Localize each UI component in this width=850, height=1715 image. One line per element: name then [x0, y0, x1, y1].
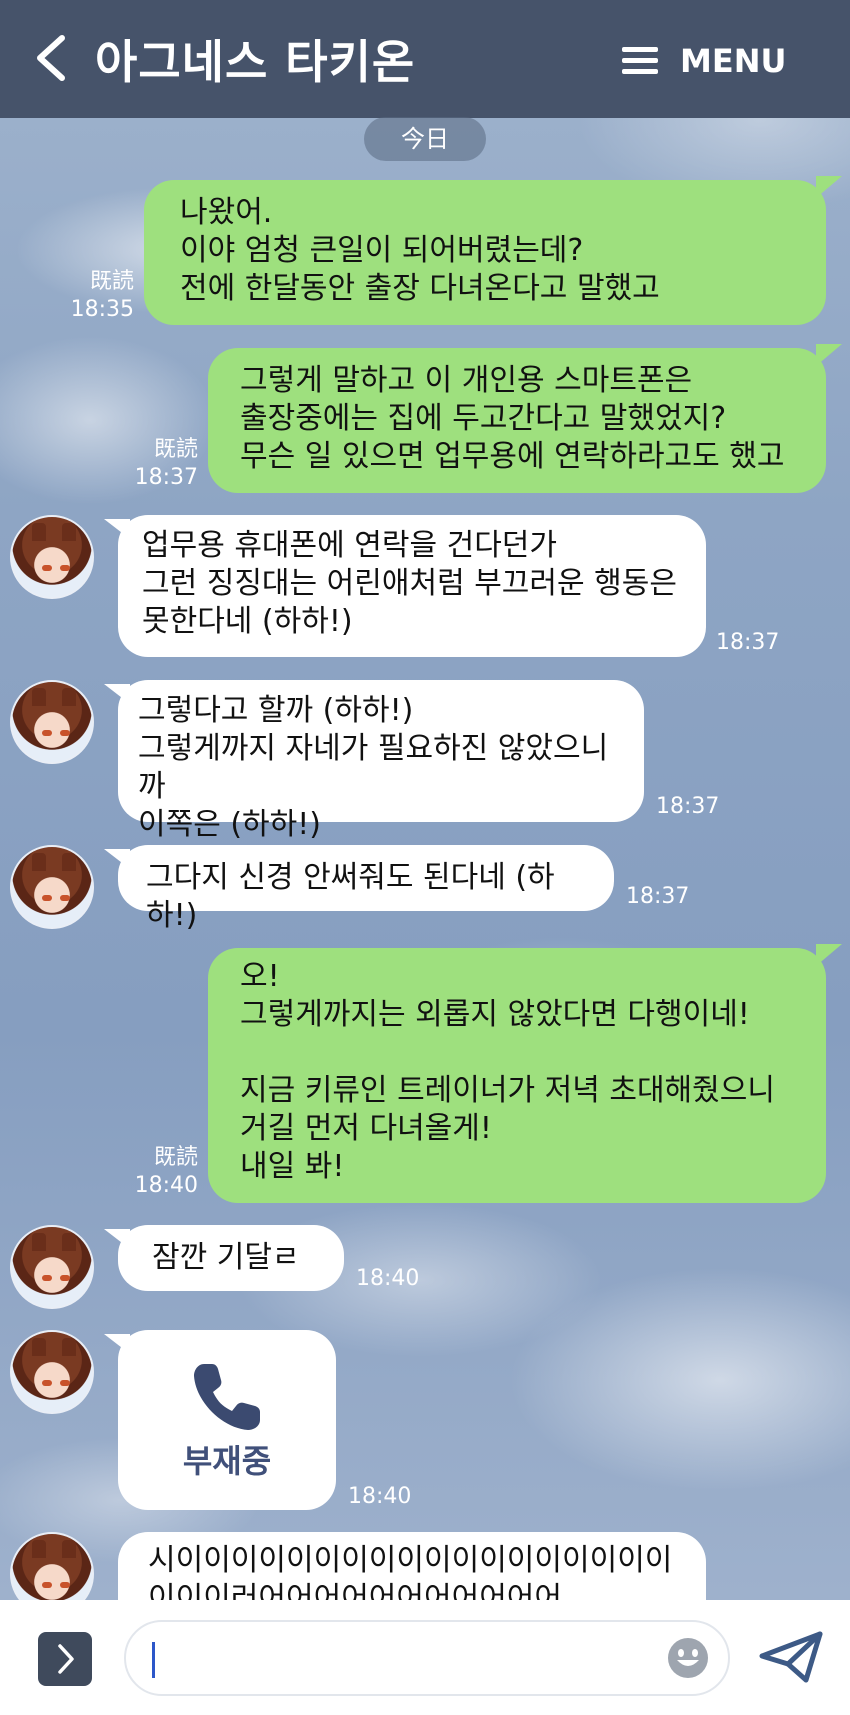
- message-text: 그렇게 말하고 이 개인용 스마트폰은 출장중에는 집에 두고간다고 말했었지?…: [240, 363, 785, 474]
- message-input[interactable]: [124, 1620, 730, 1696]
- read-receipt: 既読: [153, 437, 198, 462]
- message-time: 18:40: [348, 1484, 412, 1509]
- message-meta: 既読 18:40: [124, 1144, 198, 1200]
- menu-button[interactable]: MENU: [620, 36, 786, 86]
- message-time: 18:35: [70, 297, 134, 322]
- text-caret: [152, 1642, 155, 1678]
- chat-header: 아그네스 타키온 MENU: [0, 0, 850, 118]
- message-time: 18:37: [134, 465, 198, 490]
- message-text: 그렇다고 할까 (하하!) 그렇게까지 자네가 필요하진 않았으니까 이쪽은 (…: [138, 693, 609, 842]
- sent-message[interactable]: 오! 그렇게까지는 외롭지 않았다면 다행이네! 지금 키류인 트레이너가 저녁…: [208, 944, 842, 1203]
- hamburger-menu-icon: [622, 47, 658, 74]
- avatar[interactable]: [10, 845, 94, 929]
- message-time: 18:37: [656, 794, 720, 819]
- bubble-tail: [104, 1229, 130, 1249]
- sent-message[interactable]: 그렇게 말하고 이 개인용 스마트폰은 출장중에는 집에 두고간다고 말했었지?…: [208, 344, 842, 493]
- message-time: 18:40: [134, 1173, 198, 1198]
- message-text: 잠깐 기달ㄹ: [152, 1240, 300, 1275]
- bubble-tail: [104, 519, 130, 539]
- avatar[interactable]: [10, 515, 94, 599]
- phone-icon: [194, 1364, 260, 1430]
- message-input-bar: [0, 1600, 850, 1715]
- menu-label: MENU: [680, 42, 787, 80]
- sent-message[interactable]: 나왔어. 이야 엄청 큰일이 되어버렸는데? 전에 한달동안 출장 다녀온다고 …: [144, 176, 842, 325]
- bubble-tail: [816, 344, 842, 366]
- back-arrow-icon[interactable]: [30, 32, 80, 84]
- bubble-tail: [118, 1536, 130, 1556]
- message-meta: 既読 18:37: [124, 436, 198, 492]
- avatar[interactable]: [10, 1225, 94, 1309]
- missed-call-label: 부재중: [182, 1442, 272, 1480]
- bubble-tail: [816, 176, 842, 198]
- smiley-icon[interactable]: [666, 1636, 710, 1680]
- bubble-tail: [104, 684, 130, 704]
- bubble-tail: [104, 1334, 130, 1354]
- received-message[interactable]: 업무용 휴대폰에 연락을 건다던가 그런 징징대는 어린애처럼 부끄러운 행동은…: [104, 515, 706, 657]
- message-time: 18:37: [626, 884, 690, 909]
- message-text: 업무용 휴대폰에 연락을 건다던가 그런 징징대는 어린애처럼 부끄러운 행동은…: [142, 528, 677, 639]
- message-text: 나왔어. 이야 엄청 큰일이 되어버렸는데? 전에 한달동안 출장 다녀온다고 …: [180, 195, 660, 306]
- avatar[interactable]: [10, 1330, 94, 1414]
- message-text: 그다지 신경 안써줘도 된다네 (하하!): [146, 860, 555, 933]
- message-meta: 既読 18:35: [60, 268, 134, 324]
- received-message[interactable]: 잠깐 기달ㄹ: [104, 1225, 344, 1291]
- paper-plane-icon[interactable]: [758, 1630, 824, 1684]
- missed-call-message[interactable]: 부재중: [104, 1330, 336, 1510]
- bubble-tail: [104, 849, 130, 869]
- avatar[interactable]: [10, 680, 94, 764]
- read-receipt: 既読: [89, 269, 134, 294]
- bubble-tail: [816, 944, 842, 966]
- chat-title: 아그네스 타키온: [95, 35, 416, 89]
- message-text: 오! 그렇게까지는 외롭지 않았다면 다행이네! 지금 키류인 트레이너가 저녁…: [240, 959, 775, 1184]
- message-time: 18:40: [356, 1266, 420, 1291]
- received-message[interactable]: 그렇다고 할까 (하하!) 그렇게까지 자네가 필요하진 않았으니까 이쪽은 (…: [104, 680, 644, 842]
- date-divider: 今日: [364, 117, 486, 161]
- chevron-right-icon: [58, 1644, 74, 1674]
- received-message[interactable]: 그다지 신경 안써줘도 된다네 (하하!): [104, 845, 614, 933]
- read-receipt: 既読: [153, 1145, 198, 1170]
- message-time: 18:37: [716, 630, 780, 655]
- expand-button[interactable]: [38, 1632, 92, 1686]
